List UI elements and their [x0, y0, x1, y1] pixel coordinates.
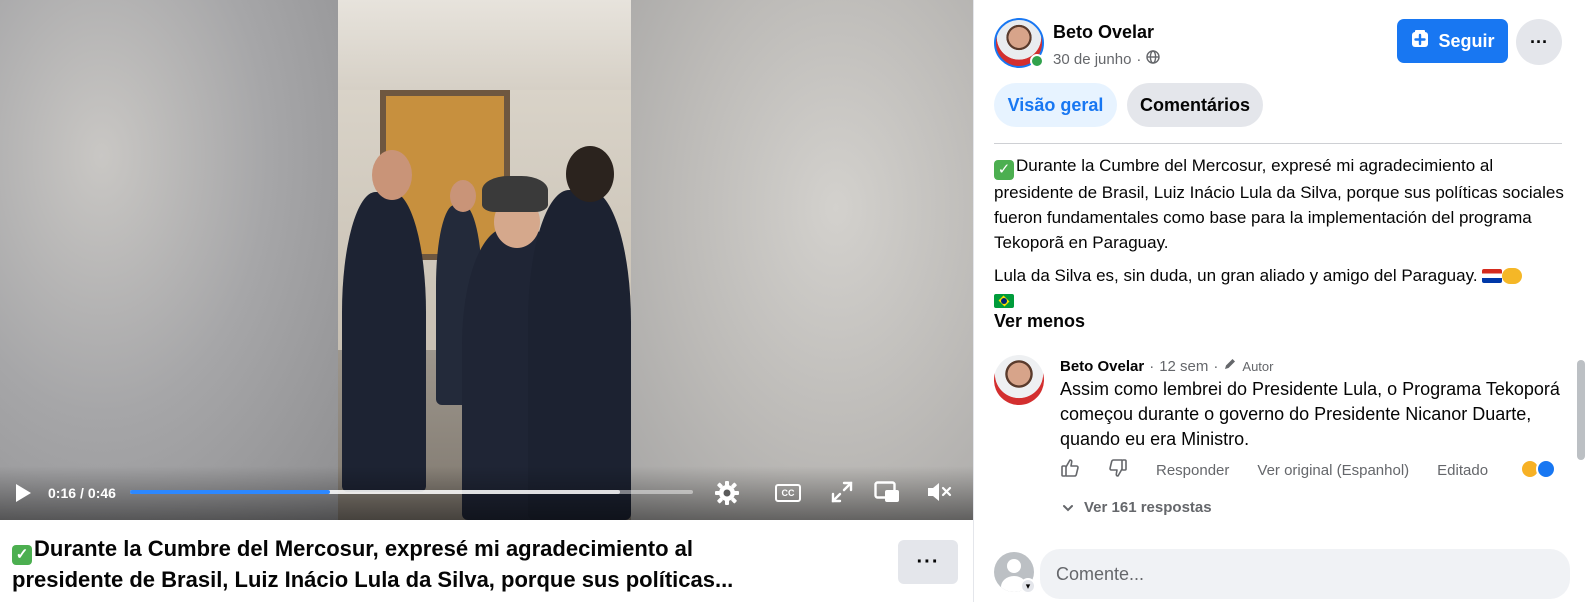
- video-caption: ✓ Durante la Cumbre del Mercosur, expresé…: [12, 534, 872, 594]
- comment-time[interactable]: 12 sem: [1159, 358, 1208, 375]
- scene-person-left: [342, 192, 426, 492]
- follow-label: Seguir: [1438, 30, 1495, 51]
- view-replies-label: Ver 161 respostas: [1084, 499, 1212, 516]
- cc-icon[interactable]: CC: [774, 480, 802, 506]
- post-paragraph-1: ✓ Durante la Cumbre del Mercosur, expresé…: [994, 153, 1574, 255]
- video-time: 0:16 / 0:46: [48, 482, 116, 504]
- comment-separator: ·: [1149, 357, 1155, 375]
- paraguay-flag-icon: [1482, 269, 1503, 283]
- check-mark-icon: ✓: [994, 160, 1014, 180]
- edited-label[interactable]: Editado: [1437, 462, 1488, 479]
- video-progress-fill: [130, 490, 331, 494]
- post-meta: 30 de junho ·: [1053, 50, 1161, 68]
- video-player[interactable]: 0:16 / 0:46 CC: [0, 0, 973, 520]
- scene-ceiling: [338, 0, 631, 90]
- comment-input[interactable]: Comente...: [1040, 549, 1570, 599]
- post-paragraph-2: Lula da Silva es, sin duda, un gran alia…: [994, 263, 1574, 313]
- comment-header: Beto Ovelar · 12 sem · Autor: [1060, 357, 1273, 375]
- fullscreen-icon[interactable]: [828, 478, 856, 506]
- video-time-total: 0:46: [87, 485, 116, 501]
- settings-icon[interactable]: [712, 478, 742, 508]
- play-icon[interactable]: [10, 480, 36, 506]
- handshake-icon: [1502, 268, 1523, 284]
- post-more-button[interactable]: ···: [1516, 19, 1562, 65]
- comment-author-name[interactable]: Beto Ovelar: [1060, 358, 1144, 375]
- post-meta-separator: ·: [1136, 50, 1142, 68]
- see-original-link[interactable]: Ver original (Espanhol): [1257, 462, 1409, 479]
- author-badge: Autor: [1242, 358, 1274, 374]
- scene-head-back: [450, 180, 476, 212]
- post-text: ✓ Durante la Cumbre del Mercosur, expresé…: [994, 153, 1574, 321]
- follow-button[interactable]: Seguir: [1397, 19, 1508, 63]
- video-frame[interactable]: [338, 0, 631, 520]
- chevron-down-icon: [1062, 499, 1074, 516]
- video-column: 0:16 / 0:46 CC ✓ Durante la Cumbre del M…: [0, 0, 973, 602]
- comment-body: Assim como lembrei do Presidente Lula, o…: [1060, 379, 1560, 449]
- reply-link[interactable]: Responder: [1156, 462, 1229, 479]
- add-page-icon: [1410, 29, 1430, 54]
- check-mark-icon: ✓: [12, 545, 32, 565]
- muted-icon[interactable]: [924, 478, 954, 506]
- post-viewer: 0:16 / 0:46 CC ✓ Durante la Cumbre del M…: [0, 0, 1586, 602]
- divider: [994, 143, 1562, 144]
- tab-comments[interactable]: Comentários: [1127, 83, 1263, 127]
- post-paragraph-1-text: Durante la Cumbre del Mercosur, expresé …: [994, 156, 1564, 252]
- online-status-dot: [1030, 54, 1044, 68]
- scrollbar[interactable]: [1577, 360, 1585, 460]
- caption-more-button[interactable]: ···: [898, 540, 958, 584]
- comment-actions: Responder Ver original (Espanhol) Editad…: [1060, 459, 1516, 481]
- chevron-down-icon[interactable]: ▾: [1020, 578, 1036, 594]
- video-time-separator: /: [80, 485, 84, 501]
- post-paragraph-2-text: Lula da Silva es, sin duda, un gran alia…: [994, 266, 1478, 285]
- dislike-icon[interactable]: [1108, 458, 1128, 482]
- tab-overview[interactable]: Visão geral: [994, 83, 1117, 127]
- video-progress-bar[interactable]: [130, 490, 693, 494]
- video-blur-left: [0, 0, 338, 520]
- author-pen-icon: [1223, 357, 1237, 375]
- like-reaction-icon: [1536, 459, 1556, 479]
- caption-line-2: presidente de Brasil, Luiz Inácio Lula d…: [12, 567, 734, 592]
- like-icon[interactable]: [1060, 458, 1080, 482]
- view-replies-button[interactable]: Ver 161 respostas: [1062, 499, 1212, 516]
- post-date[interactable]: 30 de junho: [1053, 51, 1131, 68]
- comment-separator: ·: [1213, 357, 1219, 375]
- see-less-link[interactable]: Ver menos: [994, 311, 1085, 332]
- scene-hat: [482, 176, 548, 212]
- brazil-flag-icon: [994, 294, 1014, 308]
- post-panel: Beto Ovelar 30 de junho · Seguir ··· Vis…: [973, 0, 1586, 602]
- caption-line-1: Durante la Cumbre del Mercosur, expresé …: [34, 536, 694, 561]
- author-name[interactable]: Beto Ovelar: [1053, 22, 1154, 43]
- scene-head-left: [372, 150, 412, 200]
- picture-in-picture-icon[interactable]: [872, 478, 902, 506]
- cc-label: CC: [775, 484, 801, 502]
- globe-icon: [1146, 50, 1161, 68]
- comment-author-avatar[interactable]: [994, 355, 1044, 405]
- comment-reactions[interactable]: [1520, 459, 1556, 479]
- video-controls: 0:16 / 0:46 CC: [0, 466, 973, 520]
- video-blur-right: [631, 0, 973, 520]
- video-time-current: 0:16: [48, 485, 77, 501]
- scene-head-right: [566, 146, 614, 202]
